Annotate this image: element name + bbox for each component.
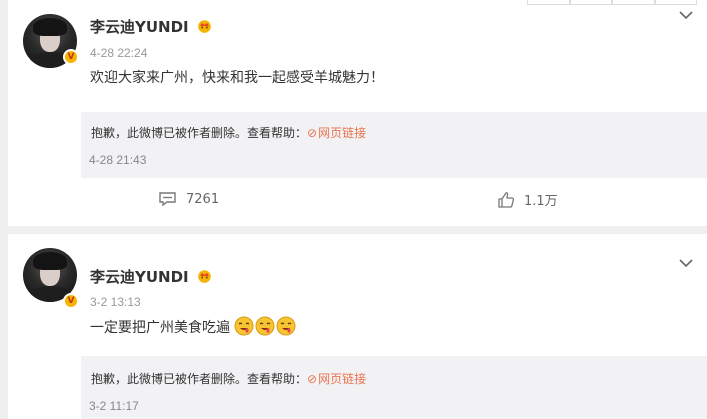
comment-icon	[159, 192, 176, 207]
repost-time[interactable]: 3-2 11:17	[89, 399, 139, 413]
username-text[interactable]: 李云迪YUNDI	[90, 18, 189, 36]
comment-count: 7261	[186, 191, 220, 207]
deleted-notice-text: 抱歉，此微博已被作者删除。查看帮助：	[91, 126, 308, 140]
post-card: V 李云迪YUNDI 4-28 22:24 欢迎大家来广州，快来和我一起感受羊城…	[8, 0, 707, 226]
top-border-strip	[527, 0, 697, 5]
member-crown-icon[interactable]	[196, 269, 213, 283]
repost-box: 抱歉，此微博已被作者删除。查看帮助：⊘网页链接 4-28 21:43	[81, 112, 707, 178]
action-bar: 7261 1.1万	[8, 187, 707, 217]
like-button[interactable]: 1.1万	[497, 190, 558, 209]
username-link[interactable]: 李云迪YUNDI	[90, 266, 213, 287]
post-time[interactable]: 3-2 13:13	[90, 295, 141, 309]
drooling-emoji-icon	[255, 316, 275, 336]
verified-badge-icon: V	[63, 293, 79, 309]
post-text-content: 一定要把广州美食吃遍	[90, 320, 230, 336]
member-crown-icon[interactable]	[196, 19, 213, 33]
post-time[interactable]: 4-28 22:24	[90, 46, 147, 60]
username-link[interactable]: 李云迪YUNDI	[90, 16, 213, 37]
repost-box: 抱歉，此微博已被作者删除。查看帮助：⊘网页链接 3-2 11:17	[81, 356, 707, 419]
deleted-notice: 抱歉，此微博已被作者删除。查看帮助：⊘网页链接	[91, 124, 366, 141]
drooling-emoji-icon	[276, 316, 296, 336]
drooling-emoji-icon	[234, 316, 254, 336]
link-icon: ⊘	[307, 126, 318, 140]
comment-button[interactable]: 7261	[158, 191, 219, 207]
username-text[interactable]: 李云迪YUNDI	[90, 268, 189, 286]
web-link[interactable]: 网页链接	[318, 126, 366, 140]
post-text: 欢迎大家来广州，快来和我一起感受羊城魅力！	[90, 70, 384, 86]
chevron-down-icon[interactable]	[679, 258, 693, 268]
chevron-down-icon[interactable]	[679, 10, 693, 20]
deleted-notice-text: 抱歉，此微博已被作者删除。查看帮助：	[91, 372, 308, 386]
thumbs-up-icon	[498, 191, 515, 208]
like-count: 1.1万	[524, 194, 558, 209]
repost-time[interactable]: 4-28 21:43	[89, 153, 146, 167]
verified-badge-icon: V	[63, 49, 79, 65]
web-link[interactable]: 网页链接	[318, 372, 366, 386]
deleted-notice: 抱歉，此微博已被作者删除。查看帮助：⊘网页链接	[91, 370, 366, 387]
post-text: 一定要把广州美食吃遍	[90, 316, 297, 337]
link-icon: ⊘	[307, 372, 318, 386]
post-card: V 李云迪YUNDI 3-2 13:13 一定要把广州美食吃遍 抱歉，此微博已被…	[8, 234, 707, 419]
